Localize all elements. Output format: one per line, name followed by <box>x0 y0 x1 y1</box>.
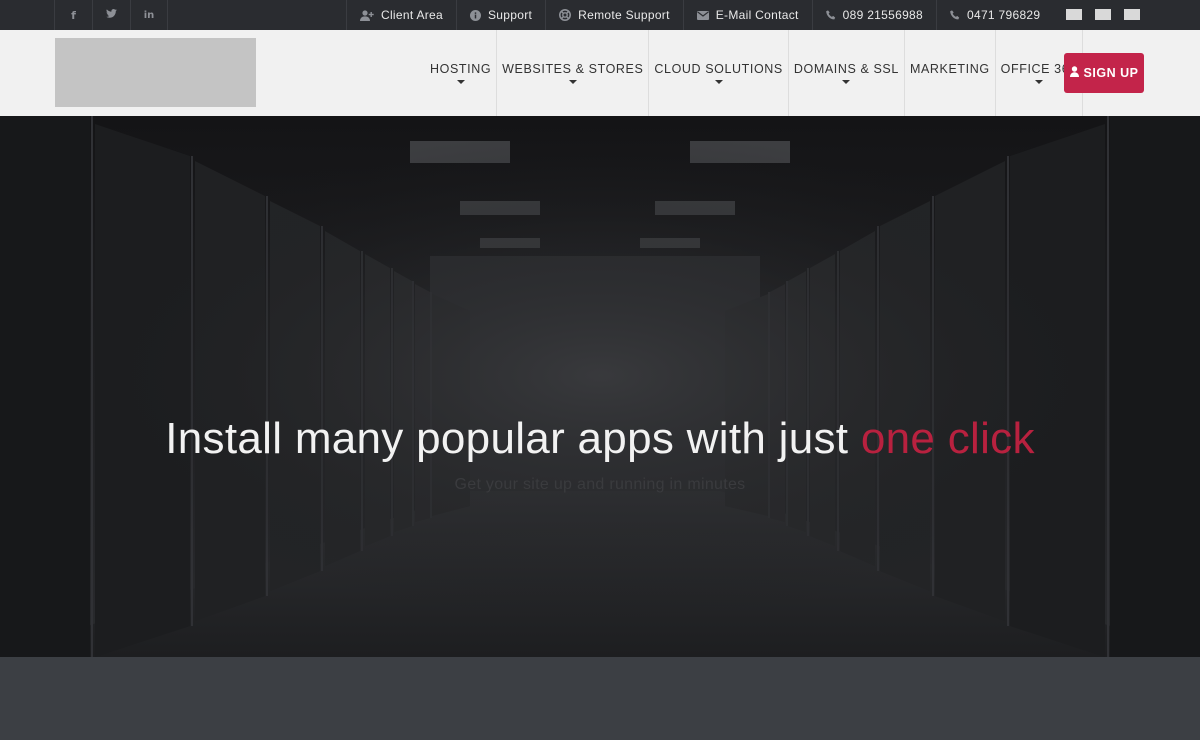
facebook-icon: f <box>71 8 76 22</box>
phone-icon <box>950 10 960 20</box>
caret-down-icon <box>714 80 723 84</box>
client-area-label: Client Area <box>381 8 443 22</box>
info-icon <box>470 9 481 21</box>
linkedin-icon: in <box>143 9 155 21</box>
sign-up-button[interactable]: SIGN UP <box>1064 53 1144 93</box>
nav-item-label: MARKETING <box>909 62 990 76</box>
twitter-icon <box>106 9 117 21</box>
caret-down-icon <box>842 80 851 84</box>
site-header: HOSTING WEBSITES & STORES CLOUD SOLUTION… <box>0 30 1200 116</box>
email-contact-label: E-Mail Contact <box>715 8 799 22</box>
content-section <box>0 657 1200 740</box>
social-links: f in <box>54 0 168 30</box>
main-nav: HOSTING WEBSITES & STORES CLOUD SOLUTION… <box>426 30 1083 116</box>
nav-item-label: DOMAINS & SSL <box>793 62 899 76</box>
phone-link-1[interactable]: 089 21556988 <box>811 0 936 30</box>
nav-item-label: CLOUD SOLUTIONS <box>654 62 783 76</box>
phone-link-2[interactable]: 0471 796829 <box>936 0 1053 30</box>
twitter-link[interactable] <box>92 0 130 30</box>
support-label: Support <box>488 8 533 22</box>
hero-section: Install many popular apps with just one … <box>0 116 1200 657</box>
caret-down-icon <box>456 80 465 84</box>
site-logo[interactable] <box>55 38 256 107</box>
email-contact-link[interactable]: E-Mail Contact <box>682 0 812 30</box>
nav-item-hosting[interactable]: HOSTING <box>426 30 498 116</box>
user-plus-icon <box>360 9 374 21</box>
nav-item-cloud-solutions[interactable]: CLOUD SOLUTIONS <box>649 30 789 116</box>
caret-down-icon <box>568 80 577 84</box>
user-icon <box>1069 66 1079 80</box>
linkedin-link[interactable]: in <box>130 0 168 30</box>
hero-headline-main: Install many popular apps with just <box>165 414 849 463</box>
nav-item-marketing[interactable]: MARKETING <box>905 30 996 116</box>
remote-support-label: Remote Support <box>578 8 670 22</box>
support-link[interactable]: Support <box>456 0 545 30</box>
client-area-link[interactable]: Client Area <box>346 0 456 30</box>
phone-icon <box>825 10 836 20</box>
language-flags <box>1066 9 1140 20</box>
sign-up-label: SIGN UP <box>1083 66 1139 80</box>
phone-number-2: 0471 796829 <box>967 8 1041 22</box>
lifebuoy-icon <box>559 9 572 21</box>
flag-icon[interactable] <box>1066 9 1082 20</box>
facebook-link[interactable]: f <box>54 0 92 30</box>
top-bar: f in Client Area Support Remote Support <box>0 0 1200 30</box>
nav-item-label: WEBSITES & STORES <box>502 62 644 76</box>
top-links: Client Area Support Remote Support E-Mai… <box>346 0 1053 30</box>
hero-headline: Install many popular apps with just one … <box>0 414 1200 464</box>
nav-item-label: HOSTING <box>430 62 492 76</box>
hero-headline-accent: one click <box>860 414 1035 463</box>
nav-item-websites-stores[interactable]: WEBSITES & STORES <box>497 30 650 116</box>
server-room-background <box>0 116 1200 657</box>
flag-icon[interactable] <box>1124 9 1140 20</box>
envelope-icon <box>696 10 709 20</box>
caret-down-icon <box>1034 80 1043 84</box>
nav-item-domains-ssl[interactable]: DOMAINS & SSL <box>789 30 905 116</box>
hero-subline: Get your site up and running in minutes <box>454 476 746 493</box>
flag-icon[interactable] <box>1095 9 1111 20</box>
phone-number-1: 089 21556988 <box>842 8 923 22</box>
remote-support-link[interactable]: Remote Support <box>545 0 683 30</box>
